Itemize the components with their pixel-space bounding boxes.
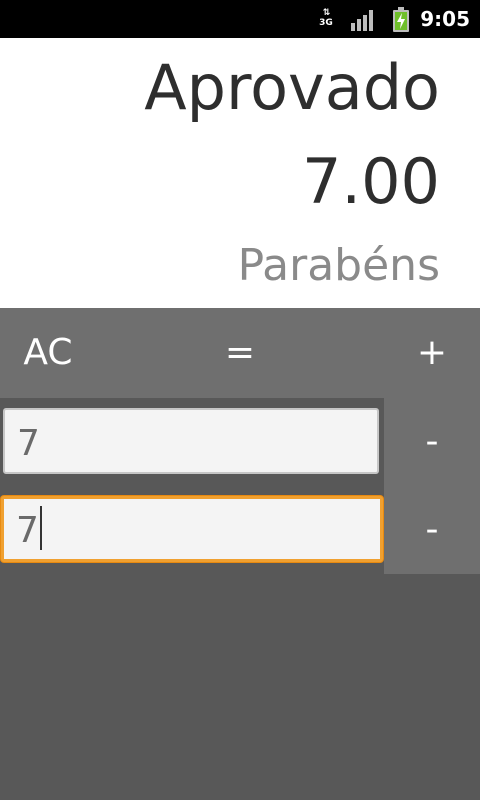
status-bar: ⇅ 3G 9:05 xyxy=(0,0,480,38)
status-time: 9:05 xyxy=(420,7,470,31)
grade-input-1[interactable]: 7 xyxy=(3,408,379,474)
text-cursor xyxy=(39,506,42,550)
result-status: Aprovado xyxy=(144,51,440,124)
result-grade: 7.00 xyxy=(301,145,440,218)
result-panel: Aprovado 7.00 Parabéns xyxy=(0,38,480,308)
grade-input-1-value: 7 xyxy=(17,423,40,464)
signal-bars-icon xyxy=(351,10,373,31)
remove-field-2-button[interactable]: - xyxy=(384,486,480,574)
remove-field-1-button[interactable]: - xyxy=(384,398,480,486)
data-arrows-icon: ⇅ 3G xyxy=(319,8,333,28)
grade-input-2[interactable]: 7 xyxy=(1,496,383,562)
network-type-label: 3G xyxy=(319,18,333,28)
grade-input-2-value: 7 xyxy=(16,510,39,551)
add-field-button[interactable]: + xyxy=(384,308,480,398)
result-message: Parabéns xyxy=(237,240,440,291)
battery-charging-icon xyxy=(393,7,409,32)
clear-button[interactable]: AC xyxy=(0,308,96,398)
equals-button[interactable]: = xyxy=(192,308,288,398)
